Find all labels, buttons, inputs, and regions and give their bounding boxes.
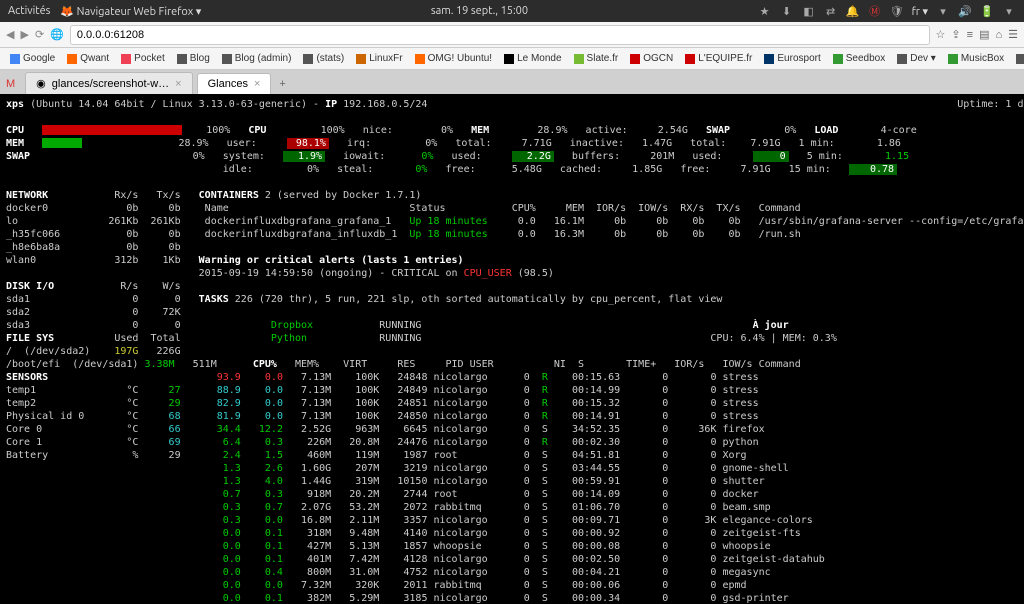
reload-button[interactable]: ⟳ [35,28,44,41]
bell-icon[interactable]: 🔔 [846,5,860,18]
app-menu[interactable]: 🦊 Navigateur Web Firefox ▾ [60,5,201,18]
power-icon[interactable]: ▾ [1002,5,1016,18]
close-tab-icon[interactable]: × [175,78,181,90]
reader-icon[interactable]: ≡ [967,29,973,41]
tab-label: glances/screenshot-w… [52,78,169,90]
panel-icon[interactable]: ▤ [979,28,989,41]
keyboard-lang[interactable]: fr ▾ [912,5,928,18]
globe-icon: 🌐 [50,28,64,41]
bookmark-item[interactable]: LinuxFr [352,51,406,66]
glances-terminal: xps (Ubuntu 14.04 64bit / Linux 3.13.0-6… [0,94,1024,604]
download-icon[interactable]: ⬇ [780,5,794,18]
menu-icon[interactable]: ☰ [1008,28,1018,41]
tab-label: Glances [208,78,248,90]
bookmark-item[interactable]: OMG! Ubuntu! [411,51,496,66]
new-tab-button[interactable]: + [271,74,293,94]
tab-glances[interactable]: Glances × [197,73,272,94]
share-button-icon[interactable]: ⇪ [951,28,960,41]
security-icon[interactable]: 🛡 [890,5,904,18]
star-icon[interactable]: ★ [758,5,772,18]
address-input[interactable] [70,25,930,45]
tray-icon[interactable]: ◧ [802,5,816,18]
bookmark-item[interactable]: Slate.fr [570,51,623,66]
volume-icon[interactable]: 🔊 [958,5,972,18]
bookmark-item[interactable]: Most Visited ▾ [1012,51,1024,66]
github-icon: ◉ [36,77,46,90]
bookmark-item[interactable]: Eurosport [760,51,824,66]
gmail-pinned-tab[interactable]: M [0,74,21,94]
home-icon[interactable]: ⌂ [995,29,1002,41]
share-icon[interactable]: ⇄ [824,5,838,18]
wifi-icon[interactable]: ▾ [936,5,950,18]
activities-button[interactable]: Activités [8,5,50,18]
forward-button[interactable]: ▶ [20,28,28,41]
bookmark-item[interactable]: Pocket [117,51,169,66]
bookmark-item[interactable]: Blog [173,51,214,66]
gnome-topbar: Activités 🦊 Navigateur Web Firefox ▾ sam… [0,0,1024,22]
back-button[interactable]: ◀ [6,28,14,41]
mega-icon[interactable]: Ⓜ [868,3,882,19]
tab-glances-screenshot[interactable]: ◉ glances/screenshot-w… × [25,72,192,94]
url-bar: ◀ ▶ ⟳ 🌐 ☆ ⇪ ≡ ▤ ⌂ ☰ [0,22,1024,48]
bookmark-item[interactable]: Blog (admin) [218,51,296,66]
bookmark-star-icon[interactable]: ☆ [936,28,946,41]
bookmark-item[interactable]: Le Monde [500,51,565,66]
bookmark-item[interactable]: Google [6,51,59,66]
bookmark-item[interactable]: Seedbox [829,51,889,66]
battery-icon[interactable]: 🔋 [980,5,994,18]
bookmark-item[interactable]: (stats) [299,51,348,66]
close-tab-icon[interactable]: × [254,78,260,90]
tab-strip: M ◉ glances/screenshot-w… × Glances × + [0,70,1024,94]
bookmark-item[interactable]: Dev ▾ [893,51,940,66]
bookmark-item[interactable]: MusicBox [944,51,1008,66]
bookmark-item[interactable]: Qwant [63,51,113,66]
bookmarks-bar: Google Qwant Pocket Blog Blog (admin)(stats)… [0,48,1024,70]
bookmark-item[interactable]: L'EQUIPE.fr [681,51,756,66]
bookmark-item[interactable]: OGCN [626,51,677,66]
clock[interactable]: sam. 19 sept., 15:00 [201,5,757,17]
